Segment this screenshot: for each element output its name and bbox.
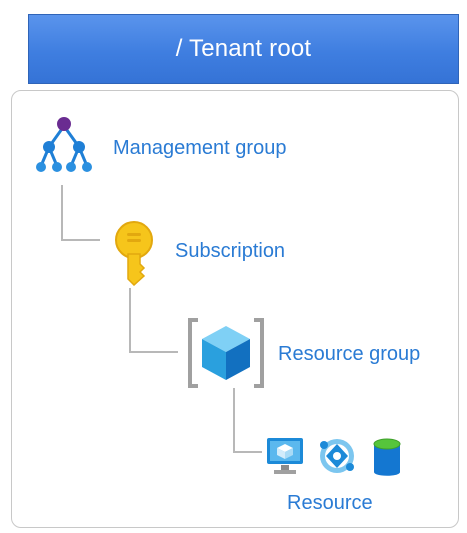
resource-label: Resource [287,492,373,514]
connector-resource-group-to-resource [233,388,262,453]
connector-mg-to-subscription [61,185,100,241]
storage-icon [373,438,401,476]
key-icon [115,221,153,286]
management-group-label: Management group [113,137,287,159]
connector-subscription-to-resource-group [129,288,178,353]
management-group-icon [36,117,92,172]
resource-group-icon [188,318,264,388]
subscription-label: Subscription [175,240,286,262]
virtual-machine-icon [267,438,303,474]
resource-group-label: Resource group [278,343,421,365]
diagram-canvas: / Tenant root Management group Subscript… [0,0,467,533]
network-icon [320,439,354,473]
